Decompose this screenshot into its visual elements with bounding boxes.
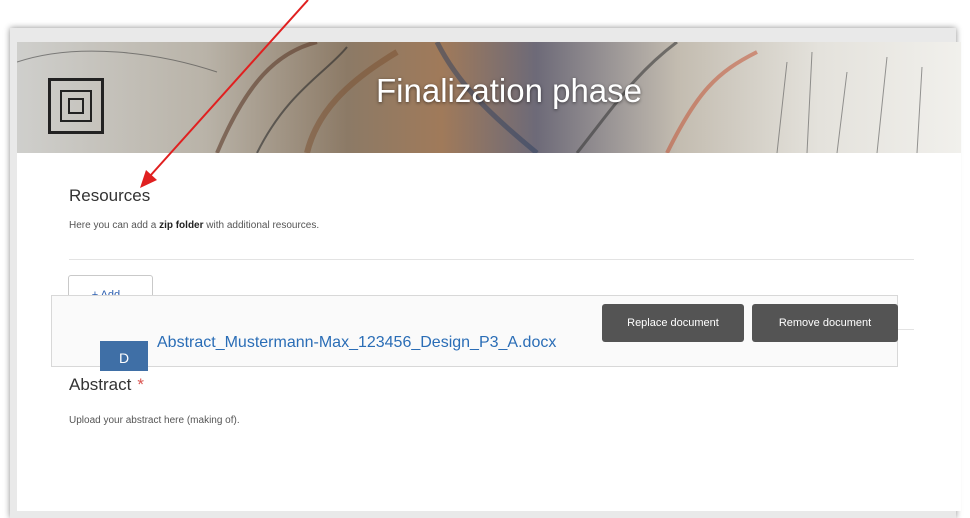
annotation-arrow-icon bbox=[140, 0, 309, 188]
